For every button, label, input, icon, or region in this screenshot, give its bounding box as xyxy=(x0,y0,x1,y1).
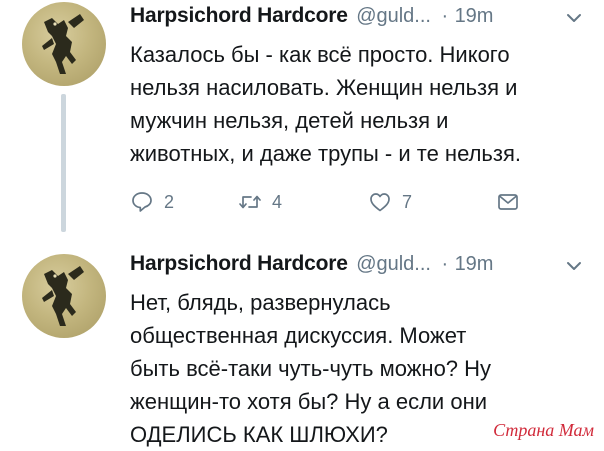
author-name[interactable]: Harpsichord Hardcore xyxy=(130,4,348,27)
reply-icon xyxy=(132,192,152,212)
tweet-text-line: животных, и даже трупы - и те нельзя. xyxy=(130,141,521,166)
tweet-header: Harpsichord Hardcore @guld... · 19m xyxy=(130,4,600,38)
tweet-text: Казалось бы - как всё просто. Никого нел… xyxy=(130,38,595,170)
watermark: Страна Мам xyxy=(493,420,594,440)
separator-dot: · xyxy=(441,5,449,27)
tweet-text-line: мужчин нельзя, детей нельзя и xyxy=(130,108,449,133)
reply-button[interactable]: 2 xyxy=(130,187,174,217)
avatar-figure-icon xyxy=(42,266,84,326)
tweet-header: Harpsichord Hardcore @guld... · 19m xyxy=(130,252,600,286)
tweet-text-line: нельзя насиловать. Женщин нельзя и xyxy=(130,75,518,100)
reply-count: 2 xyxy=(164,191,175,212)
avatar[interactable] xyxy=(22,2,106,86)
tweet-text-line: Нет, блядь, развернулась xyxy=(130,290,391,315)
tweet-text-line: Казалось бы - как всё просто. Никого xyxy=(130,42,510,67)
thread-connector xyxy=(61,94,66,232)
author-name[interactable]: Harpsichord Hardcore xyxy=(130,252,348,275)
retweet-count: 4 xyxy=(272,191,283,212)
direct-message-icon xyxy=(498,194,518,210)
chevron-down-icon[interactable] xyxy=(566,12,582,24)
tweet: Harpsichord Hardcore @guld... · 19m Каза… xyxy=(0,0,604,232)
retweet-button[interactable]: 4 xyxy=(238,187,282,217)
tweet-text-line: общественная дискуссия. Может xyxy=(130,323,467,348)
tweet-text-line: женщин-то хотя бы? Ну а если они xyxy=(130,389,488,414)
direct-message-button[interactable] xyxy=(496,187,520,217)
like-icon xyxy=(370,193,390,212)
avatar-figure-icon xyxy=(42,14,84,74)
like-count: 7 xyxy=(402,191,413,212)
retweet-icon xyxy=(239,195,261,209)
tweet-actions: 2 4 7 xyxy=(130,187,530,217)
tweet-text-line: быть всё-таки чуть-чуть можно? Ну xyxy=(130,356,492,381)
author-handle[interactable]: @guld... xyxy=(356,5,431,27)
author-handle[interactable]: @guld... xyxy=(356,253,431,275)
chevron-down-icon[interactable] xyxy=(566,260,582,272)
like-button[interactable]: 7 xyxy=(368,187,412,217)
timestamp[interactable]: 19m xyxy=(455,5,494,27)
timestamp[interactable]: 19m xyxy=(455,253,494,275)
tweet: Harpsichord Hardcore @guld... · 19m Нет,… xyxy=(0,240,604,450)
separator-dot: · xyxy=(441,253,449,275)
avatar[interactable] xyxy=(22,254,106,338)
